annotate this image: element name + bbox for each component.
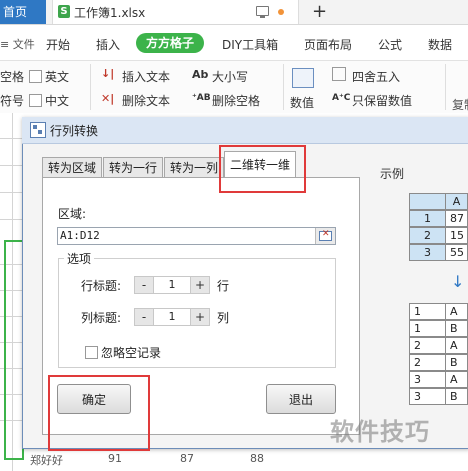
- row-header-value[interactable]: 1: [154, 277, 190, 293]
- home-tab[interactable]: 首页: [0, 0, 46, 24]
- numeric-icon: [292, 68, 314, 88]
- range-select-icon[interactable]: [315, 228, 335, 244]
- ribbon-space-label: 空格: [0, 70, 25, 84]
- example-cell: 1: [409, 320, 446, 337]
- tab-formula[interactable]: 公式: [378, 36, 402, 53]
- ignore-empty-checkbox[interactable]: [85, 346, 98, 359]
- case-icon: Ab: [192, 68, 209, 81]
- example-cell: 87: [445, 210, 468, 227]
- tab-to-column[interactable]: 转为一列: [164, 157, 224, 177]
- tab-page-layout[interactable]: 页面布局: [304, 36, 352, 53]
- copy-button[interactable]: 复制: [452, 96, 468, 113]
- ribbon-separator: [90, 64, 91, 110]
- delete-space-button[interactable]: 删除空格: [212, 92, 260, 109]
- tab-diy-toolbox[interactable]: DIY工具箱: [222, 36, 278, 53]
- ribbon-separator: [283, 64, 284, 110]
- increment-button[interactable]: +: [190, 309, 209, 325]
- example-label: 示例: [380, 167, 405, 181]
- decrement-button[interactable]: -: [135, 309, 154, 325]
- dialog-app-icon: [30, 122, 46, 138]
- tab-to-range[interactable]: 转为区域: [42, 157, 102, 177]
- increment-button[interactable]: +: [190, 277, 209, 293]
- example-row-header: 2: [409, 227, 446, 244]
- grid-line: [0, 165, 22, 166]
- arrow-down-icon: ↓: [451, 272, 465, 291]
- delete-text-icon: ✕|: [101, 92, 115, 105]
- example-header-a: A: [445, 193, 468, 210]
- range-input[interactable]: A1:D12: [57, 227, 336, 245]
- example-cell: 15: [445, 227, 468, 244]
- grid-line: [0, 219, 22, 220]
- example-cell: A: [445, 303, 468, 320]
- example-cell: 3: [409, 371, 446, 388]
- highlight-active-tab: [219, 145, 306, 193]
- document-name: 工作簿1.xlsx: [74, 6, 146, 20]
- ribbon-separator: [445, 64, 446, 110]
- round-icon: [332, 67, 346, 81]
- sheet-cell[interactable]: 87: [180, 452, 194, 465]
- sheet-cell[interactable]: 91: [108, 452, 122, 465]
- options-label: 选项: [64, 250, 95, 267]
- keep-value-button[interactable]: 只保留数值: [352, 92, 412, 109]
- english-checkbox[interactable]: [29, 70, 42, 83]
- monitor-icon[interactable]: [256, 6, 269, 18]
- ribbon-symbol-label: 符号: [0, 94, 25, 108]
- exit-button[interactable]: 退出: [266, 384, 336, 414]
- spreadsheet-icon: S: [58, 5, 70, 18]
- watermark: 软件技巧: [330, 418, 430, 446]
- tab-to-row[interactable]: 转为一行: [103, 157, 163, 177]
- col-header-stepper[interactable]: - 1 +: [134, 308, 210, 326]
- example-cell: 3: [409, 388, 446, 405]
- example-cell: B: [445, 354, 468, 371]
- tab-insert[interactable]: 插入: [96, 36, 120, 53]
- example-cell: A: [445, 337, 468, 354]
- selected-range: [4, 240, 24, 460]
- chinese-label: 中文: [45, 94, 70, 108]
- grid-line: [0, 192, 22, 193]
- row-header-stepper[interactable]: - 1 +: [134, 276, 210, 294]
- keep-value-icon: A⁺C: [332, 93, 351, 103]
- highlight-ok-button: [48, 375, 150, 451]
- example-cell: 2: [409, 354, 446, 371]
- chinese-checkbox[interactable]: [29, 94, 42, 107]
- sheet-cell-name[interactable]: 郑好好: [30, 452, 63, 468]
- case-button[interactable]: 大小写: [212, 68, 248, 85]
- example-cell: B: [445, 320, 468, 337]
- example-cell: 2: [409, 337, 446, 354]
- example-header-corner: [409, 193, 446, 210]
- range-label: 区域:: [58, 207, 87, 221]
- insert-text-icon: ↓|: [101, 67, 115, 80]
- delete-space-icon: ⁺AB: [192, 93, 211, 103]
- col-unit-label: 列: [217, 311, 230, 325]
- english-label: 英文: [45, 70, 70, 84]
- example-cell: A: [445, 371, 468, 388]
- example-row-header: 1: [409, 210, 446, 227]
- file-menu[interactable]: ≡ 文件: [0, 36, 35, 52]
- tab-data[interactable]: 数据: [428, 36, 452, 53]
- col-header-label: 列标题:: [81, 311, 122, 325]
- row-header-label: 行标题:: [81, 279, 122, 293]
- example-cell: 55: [445, 244, 468, 261]
- tab-start[interactable]: 开始: [46, 36, 70, 53]
- delete-text-button[interactable]: 删除文本: [122, 92, 170, 109]
- dialog-title: 行列转换: [50, 124, 99, 138]
- col-header-value[interactable]: 1: [154, 309, 190, 325]
- ignore-empty-label: 忽略空记录: [101, 346, 162, 360]
- unsaved-dot-icon: [278, 9, 284, 15]
- example-cell: 1: [409, 303, 446, 320]
- row-unit-label: 行: [217, 279, 230, 293]
- grid-line: [0, 138, 22, 139]
- insert-text-button[interactable]: 插入文本: [122, 68, 170, 85]
- tab-fangfanggezi[interactable]: 方方格子: [136, 33, 204, 53]
- round-button[interactable]: 四舍五入: [352, 68, 400, 85]
- decrement-button[interactable]: -: [135, 277, 154, 293]
- example-row-header: 3: [409, 244, 446, 261]
- example-cell: B: [445, 388, 468, 405]
- numeric-button[interactable]: 数值: [290, 94, 314, 111]
- sheet-cell[interactable]: 88: [250, 452, 264, 465]
- new-tab-button[interactable]: +: [312, 0, 327, 24]
